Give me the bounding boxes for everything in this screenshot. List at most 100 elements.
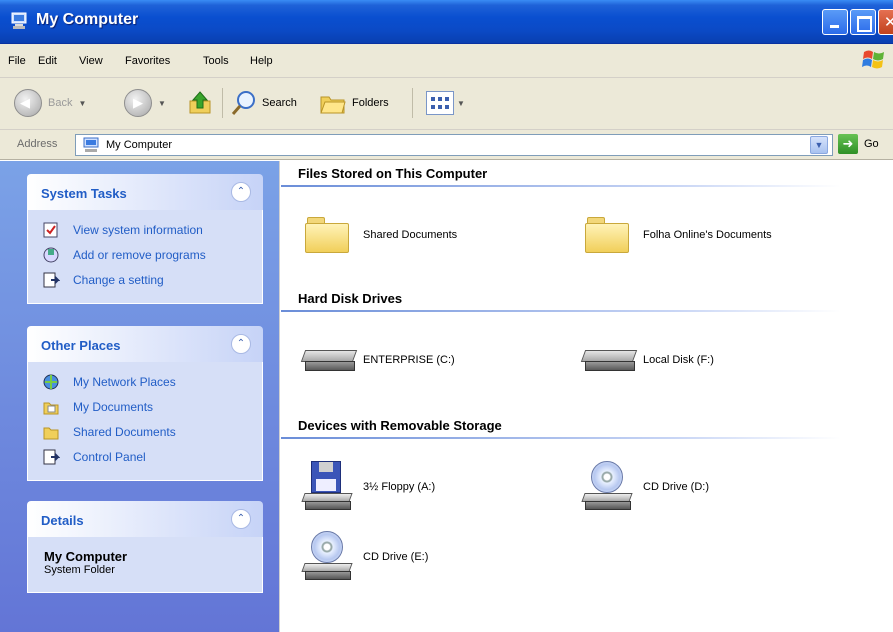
place-label: My Network Places (73, 375, 176, 389)
title-bar[interactable]: My Computer (0, 0, 893, 44)
place-control-panel[interactable]: Control Panel (28, 445, 262, 470)
item-shared-documents[interactable]: Shared Documents (299, 207, 457, 263)
item-local-disk-f[interactable]: Local Disk (F:) (579, 332, 714, 388)
folders-icon (320, 96, 346, 114)
item-label: Folha Online's Documents (643, 229, 772, 241)
views-icon (426, 91, 454, 115)
window-title: My Computer (36, 11, 139, 28)
control-panel-icon (43, 272, 60, 288)
panel-title: Details (41, 513, 84, 528)
menu-file[interactable]: File (8, 55, 26, 67)
windows-logo-icon (862, 50, 884, 69)
system-tasks-panel: System Tasks ⌃ View system information A… (27, 174, 263, 304)
content-pane: Files Stored on This Computer Shared Doc… (281, 161, 893, 632)
task-label: Add or remove programs (73, 248, 206, 262)
other-places-panel: Other Places ⌃ My Network Places My Docu… (27, 326, 263, 481)
item-floppy-a[interactable]: 3½ Floppy (A:) (299, 459, 435, 515)
menu-bar: File Edit View Favorites Tools Help (0, 44, 893, 78)
group-header: Hard Disk Drives (298, 291, 403, 306)
close-button[interactable] (878, 9, 893, 35)
group-header: Devices with Removable Storage (298, 418, 502, 433)
item-label: Shared Documents (363, 229, 458, 241)
maximize-button[interactable] (850, 9, 876, 35)
menu-favorites[interactable]: Favorites (125, 55, 170, 67)
item-label: CD Drive (D:) (643, 481, 709, 493)
menu-view[interactable]: View (79, 55, 103, 67)
task-pane: System Tasks ⌃ View system information A… (0, 161, 280, 632)
hard-disk-icon (579, 332, 638, 388)
item-label: 3½ Floppy (A:) (363, 481, 436, 493)
folders-button[interactable]: Folders (318, 88, 389, 118)
details-header[interactable]: Details ⌃ (27, 501, 263, 537)
search-button[interactable]: Search (230, 88, 297, 118)
search-label: Search (262, 97, 297, 109)
toolbar: Back ▼ ▼ Search Folders ▼ (0, 78, 893, 130)
place-my-documents[interactable]: My Documents (28, 395, 262, 420)
place-label: My Documents (73, 400, 154, 414)
task-change-setting[interactable]: Change a setting (28, 268, 262, 293)
group-divider (281, 185, 841, 187)
item-label: Local Disk (F:) (643, 354, 714, 366)
address-input[interactable]: My Computer (75, 134, 833, 156)
task-view-system-information[interactable]: View system information (28, 218, 262, 243)
item-label: CD Drive (E:) (363, 551, 429, 563)
task-label: Change a setting (73, 273, 164, 287)
folder-icon (579, 207, 635, 263)
folder-icon (43, 427, 59, 440)
system-info-icon (43, 222, 58, 238)
item-label: ENTERPRISE (C:) (363, 354, 455, 366)
back-label: Back (48, 97, 73, 109)
item-cd-drive-d[interactable]: CD Drive (D:) (579, 459, 709, 515)
place-label: Shared Documents (73, 425, 176, 439)
item-enterprise-c[interactable]: ENTERPRISE (C:) (299, 332, 455, 388)
menu-tools[interactable]: Tools (203, 55, 229, 67)
other-places-header[interactable]: Other Places ⌃ (27, 326, 263, 362)
place-label: Control Panel (73, 450, 146, 464)
back-button[interactable]: Back ▼ (14, 88, 86, 118)
group-header: Files Stored on This Computer (298, 166, 488, 181)
folders-label: Folders (352, 97, 389, 109)
collapse-icon[interactable]: ⌃ (231, 509, 251, 529)
item-folha-online-documents[interactable]: Folha Online's Documents (579, 207, 772, 263)
cd-drive-icon (299, 529, 355, 585)
panel-title: Other Places (41, 338, 121, 353)
folder-icon (299, 207, 355, 263)
up-button[interactable] (186, 88, 214, 118)
my-computer-icon (83, 137, 99, 152)
minimize-button[interactable] (822, 9, 848, 35)
collapse-icon[interactable]: ⌃ (231, 182, 251, 202)
address-dropdown-button[interactable]: ▼ (810, 136, 828, 154)
chevron-down-icon: ▼ (457, 98, 465, 108)
views-button[interactable]: ▼ (426, 88, 465, 118)
details-name: My Computer (44, 549, 128, 564)
control-panel-icon (43, 449, 60, 465)
chevron-down-icon: ▼ (158, 98, 166, 108)
menu-help[interactable]: Help (250, 55, 273, 67)
add-remove-programs-icon (43, 247, 59, 263)
forward-button[interactable]: ▼ (124, 88, 166, 118)
details-panel: Details ⌃ My Computer System Folder (27, 501, 263, 593)
item-cd-drive-e[interactable]: CD Drive (E:) (299, 529, 428, 585)
task-add-remove-programs[interactable]: Add or remove programs (28, 243, 262, 268)
folder-up-icon (189, 91, 211, 114)
other-places-body: My Network Places My Documents Shared Do… (27, 362, 263, 481)
collapse-icon[interactable]: ⌃ (231, 334, 251, 354)
go-button[interactable]: Go (864, 138, 879, 150)
go-arrow-icon[interactable]: ➜ (838, 134, 858, 154)
system-tasks-header[interactable]: System Tasks ⌃ (27, 174, 263, 210)
address-bar: Address My Computer ▼ ➜ Go (0, 130, 893, 160)
back-arrow-icon (14, 89, 42, 117)
my-computer-icon (11, 12, 27, 29)
details-body: My Computer System Folder (27, 537, 263, 593)
task-label: View system information (73, 223, 203, 237)
place-shared-documents[interactable]: Shared Documents (28, 420, 262, 445)
search-icon (231, 91, 255, 115)
forward-arrow-icon (124, 89, 152, 117)
place-my-network-places[interactable]: My Network Places (28, 370, 262, 395)
menu-edit[interactable]: Edit (38, 55, 57, 67)
cd-drive-icon (579, 459, 635, 515)
hard-disk-icon (299, 332, 358, 388)
group-divider (281, 310, 841, 312)
system-tasks-body: View system information Add or remove pr… (27, 210, 263, 304)
network-places-icon (43, 374, 59, 390)
